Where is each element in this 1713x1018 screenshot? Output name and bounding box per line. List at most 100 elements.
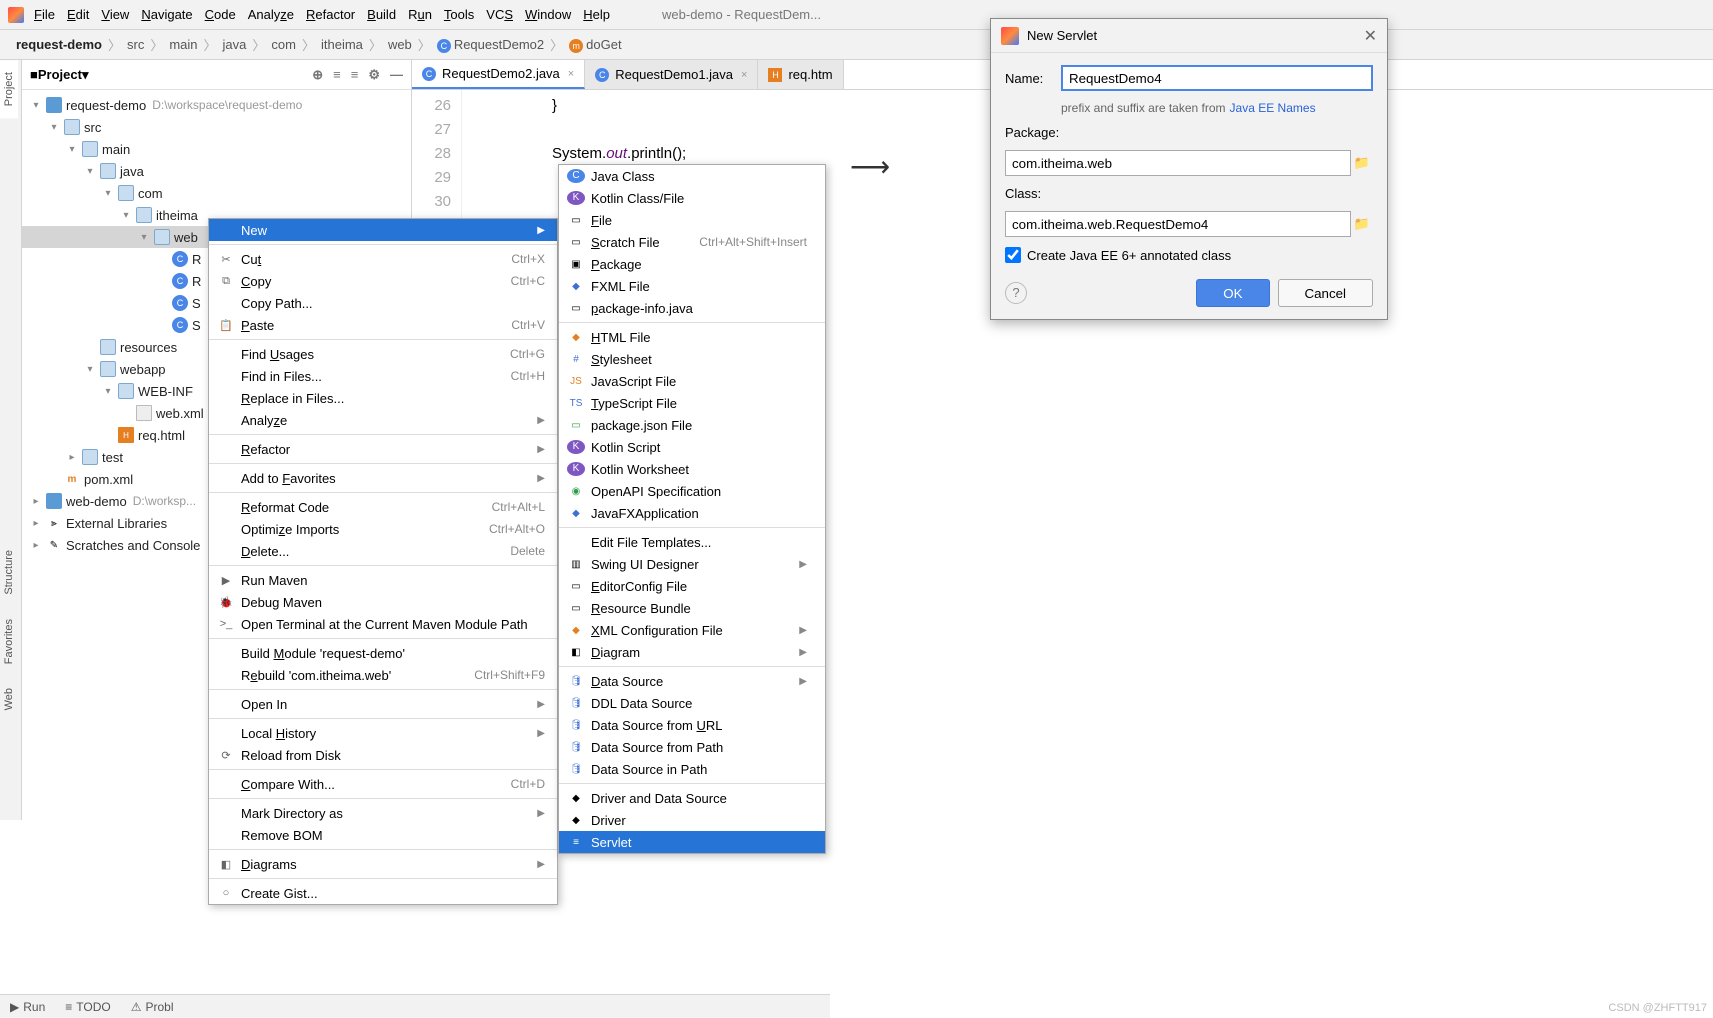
ctx-item[interactable]: Find UsagesCtrl+G (209, 343, 557, 365)
ctx-item[interactable]: Build Module 'request-demo' (209, 642, 557, 664)
class-input[interactable] (1005, 211, 1351, 237)
ok-button[interactable]: OK (1196, 279, 1269, 307)
ctx-item[interactable]: 🐞Debug Maven (209, 591, 557, 613)
menu-refactor[interactable]: Refactor (306, 7, 355, 22)
tree-row[interactable]: ▾com (22, 182, 411, 204)
ctx-item[interactable]: Local History▶ (209, 722, 557, 744)
expand-icon[interactable]: ≡ (333, 67, 341, 83)
close-icon[interactable]: ✕ (1364, 26, 1377, 46)
submenu-item[interactable]: TSTypeScript File (559, 392, 825, 414)
submenu-item[interactable]: Edit File Templates... (559, 531, 825, 553)
tree-row[interactable]: ▾request-demoD:\workspace\request-demo (22, 94, 411, 116)
ctx-item[interactable]: Compare With...Ctrl+D (209, 773, 557, 795)
menu-help[interactable]: Help (583, 7, 610, 22)
breadcrumb[interactable]: mdoGet (569, 37, 621, 53)
menu-analyze[interactable]: Analyze (248, 7, 294, 22)
locate-icon[interactable]: ⊕ (312, 67, 323, 83)
ctx-item[interactable]: >_Open Terminal at the Current Maven Mod… (209, 613, 557, 635)
submenu-item[interactable]: ▭File (559, 209, 825, 231)
submenu-item[interactable]: #Stylesheet (559, 348, 825, 370)
ctx-item[interactable]: Reformat CodeCtrl+Alt+L (209, 496, 557, 518)
sidetab-favorites[interactable]: Favorites (0, 607, 18, 676)
java-ee-names-link[interactable]: Java EE Names (1230, 101, 1316, 115)
breadcrumb[interactable]: itheima (321, 37, 363, 52)
breadcrumb[interactable]: request-demo (16, 37, 102, 52)
menu-view[interactable]: View (101, 7, 129, 22)
new-submenu[interactable]: CJava ClassKKotlin Class/File▭File▭Scrat… (558, 164, 826, 854)
ctx-item[interactable]: ⟳Reload from Disk (209, 744, 557, 766)
browse-icon[interactable]: 📁 (1351, 211, 1373, 237)
submenu-item[interactable]: ≡Servlet (559, 831, 825, 853)
ctx-item[interactable]: Replace in Files... (209, 387, 557, 409)
help-icon[interactable]: ? (1005, 282, 1027, 304)
close-icon[interactable]: × (568, 68, 574, 80)
submenu-item[interactable]: ◉OpenAPI Specification (559, 480, 825, 502)
ctx-item[interactable]: ▶Run Maven (209, 569, 557, 591)
menu-window[interactable]: Window (525, 7, 571, 22)
submenu-item[interactable]: ◆JavaFXApplication (559, 502, 825, 524)
submenu-item[interactable]: ◆Driver (559, 809, 825, 831)
submenu-item[interactable]: ▭package-info.java (559, 297, 825, 319)
submenu-item[interactable]: ▭Scratch FileCtrl+Alt+Shift+Insert (559, 231, 825, 253)
tab-requestdemo1[interactable]: CRequestDemo1.java× (585, 60, 758, 89)
ctx-item[interactable]: Rebuild 'com.itheima.web'Ctrl+Shift+F9 (209, 664, 557, 686)
menu-tools[interactable]: Tools (444, 7, 474, 22)
ctx-item[interactable]: Add to Favorites▶ (209, 467, 557, 489)
todo-toolwindow[interactable]: ≡ TODO (65, 1000, 110, 1014)
sidetab-project[interactable]: Project (0, 60, 18, 118)
submenu-item[interactable]: ◆HTML File (559, 326, 825, 348)
submenu-item[interactable]: KKotlin Worksheet (559, 458, 825, 480)
annotated-class-checkbox[interactable] (1005, 247, 1021, 263)
submenu-item[interactable]: 🛢Data Source from URL (559, 714, 825, 736)
tab-requestdemo2[interactable]: CRequestDemo2.java× (412, 60, 585, 89)
menu-navigate[interactable]: Navigate (141, 7, 192, 22)
name-input[interactable] (1061, 65, 1373, 91)
menu-file[interactable]: File (34, 7, 55, 22)
tab-reqhtml[interactable]: Hreq.htm (758, 60, 843, 89)
ctx-item[interactable]: Find in Files...Ctrl+H (209, 365, 557, 387)
ctx-item[interactable]: Copy Path... (209, 292, 557, 314)
ctx-item[interactable]: ○Create Gist... (209, 882, 557, 904)
ctx-item[interactable]: Remove BOM (209, 824, 557, 846)
collapse-icon[interactable]: ≡ (351, 67, 359, 83)
submenu-item[interactable]: 🛢DDL Data Source (559, 692, 825, 714)
ctx-item[interactable]: Refactor▶ (209, 438, 557, 460)
breadcrumb[interactable]: com (271, 37, 296, 52)
tree-row[interactable]: ▾main (22, 138, 411, 160)
run-toolwindow[interactable]: ▶ Run (10, 1000, 45, 1014)
cancel-button[interactable]: Cancel (1278, 279, 1374, 307)
sidetab-web[interactable]: Web (0, 676, 18, 722)
ctx-item[interactable]: Analyze▶ (209, 409, 557, 431)
submenu-item[interactable]: ◆XML Configuration File▶ (559, 619, 825, 641)
submenu-item[interactable]: ◧Diagram▶ (559, 641, 825, 663)
submenu-item[interactable]: CJava Class (559, 165, 825, 187)
menu-code[interactable]: Code (205, 7, 236, 22)
breadcrumb[interactable]: main (169, 37, 197, 52)
submenu-item[interactable]: KKotlin Script (559, 436, 825, 458)
ctx-item[interactable]: ◧Diagrams▶ (209, 853, 557, 875)
submenu-item[interactable]: 🛢Data Source in Path (559, 758, 825, 780)
problems-toolwindow[interactable]: ⚠ Probl (131, 1000, 174, 1014)
menu-edit[interactable]: Edit (67, 7, 89, 22)
ctx-item[interactable]: Open In▶ (209, 693, 557, 715)
submenu-item[interactable]: JSJavaScript File (559, 370, 825, 392)
context-menu[interactable]: New▶✂CutCtrl+X⧉CopyCtrl+CCopy Path...📋Pa… (208, 218, 558, 905)
ctx-item[interactable]: ✂CutCtrl+X (209, 248, 557, 270)
ctx-item[interactable]: New▶ (209, 219, 557, 241)
hide-icon[interactable]: — (390, 67, 403, 83)
submenu-item[interactable]: ▭Resource Bundle (559, 597, 825, 619)
submenu-item[interactable]: ◆Driver and Data Source (559, 787, 825, 809)
tree-row[interactable]: ▾src (22, 116, 411, 138)
browse-icon[interactable]: 📁 (1351, 150, 1373, 176)
breadcrumb[interactable]: web (388, 37, 412, 52)
submenu-item[interactable]: 🛢Data Source from Path (559, 736, 825, 758)
menu-run[interactable]: Run (408, 7, 432, 22)
sidetab-structure[interactable]: Structure (0, 538, 18, 607)
breadcrumb[interactable]: java (223, 37, 247, 52)
ctx-item[interactable]: ⧉CopyCtrl+C (209, 270, 557, 292)
ctx-item[interactable]: Delete...Delete (209, 540, 557, 562)
submenu-item[interactable]: ▭EditorConfig File (559, 575, 825, 597)
breadcrumb[interactable]: CRequestDemo2 (437, 37, 544, 53)
submenu-item[interactable]: ▭package.json File (559, 414, 825, 436)
menu-build[interactable]: Build (367, 7, 396, 22)
